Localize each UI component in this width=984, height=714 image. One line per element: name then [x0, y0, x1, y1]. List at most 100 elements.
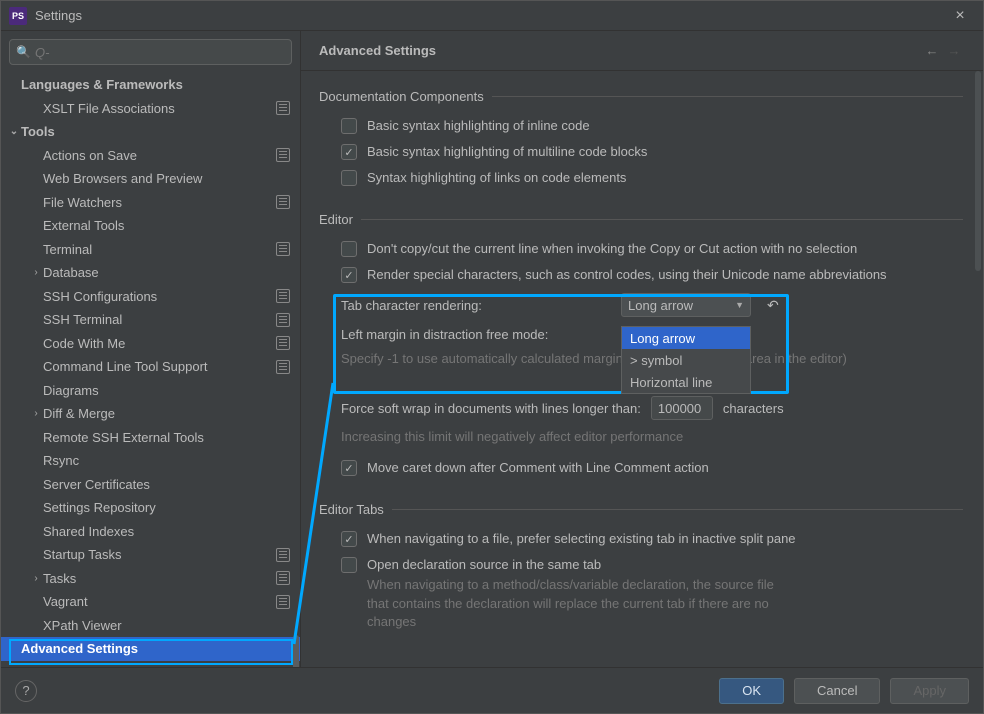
- project-icon: [276, 242, 290, 256]
- soft-wrap-input[interactable]: [651, 396, 713, 420]
- nav-back-icon[interactable]: ←: [921, 43, 943, 58]
- tree-item-advanced-settings[interactable]: Advanced Settings: [1, 637, 300, 661]
- tree-item[interactable]: Settings Repository: [1, 496, 300, 520]
- chevron-right-icon: ›: [29, 408, 43, 419]
- checkbox-row[interactable]: Render special characters, such as contr…: [319, 263, 963, 289]
- checkbox[interactable]: [341, 531, 357, 547]
- settings-window: PS Settings × 🔍 Languages & Frameworks X…: [0, 0, 984, 714]
- project-icon: [276, 195, 290, 209]
- project-icon: [276, 336, 290, 350]
- page-title: Advanced Settings: [319, 43, 921, 58]
- tree-item[interactable]: Command Line Tool Support: [1, 355, 300, 379]
- tree-item[interactable]: SSH Configurations: [1, 285, 300, 309]
- checkbox-row[interactable]: When navigating to a file, prefer select…: [319, 527, 963, 553]
- apply-button[interactable]: Apply: [890, 678, 969, 704]
- setting-label: Force soft wrap in documents with lines …: [341, 401, 641, 416]
- chevron-right-icon: ›: [29, 573, 43, 584]
- tree-item[interactable]: Actions on Save: [1, 144, 300, 168]
- tree-item[interactable]: Server Certificates: [1, 473, 300, 497]
- window-title: Settings: [35, 8, 945, 23]
- tree-item-database[interactable]: ›Database: [1, 261, 300, 285]
- tree-item[interactable]: Code With Me: [1, 332, 300, 356]
- title-bar: PS Settings ×: [1, 1, 983, 31]
- group-editor-tabs: Editor Tabs When navigating to a file, p…: [319, 502, 963, 637]
- ok-button[interactable]: OK: [719, 678, 784, 704]
- tree-item[interactable]: SSH Terminal: [1, 308, 300, 332]
- checkbox-row[interactable]: Basic syntax highlighting of multiline c…: [319, 140, 963, 166]
- tab-rendering-select[interactable]: Long arrow ▼: [621, 293, 751, 317]
- checkbox[interactable]: [341, 118, 357, 134]
- settings-content[interactable]: Documentation Components Basic syntax hi…: [301, 71, 983, 667]
- chevron-down-icon: ▼: [735, 300, 744, 310]
- nav-forward-icon[interactable]: →: [943, 43, 965, 58]
- dropdown-option[interactable]: Horizontal line: [622, 371, 750, 393]
- tree-item-diff[interactable]: ›Diff & Merge: [1, 402, 300, 426]
- tree-item[interactable]: Startup Tasks: [1, 543, 300, 567]
- tree-item[interactable]: Remote SSH External Tools: [1, 426, 300, 450]
- setting-label: Left margin in distraction free mode:: [341, 327, 548, 342]
- settings-tree[interactable]: Languages & Frameworks XSLT File Associa…: [1, 73, 300, 667]
- setting-hint: Increasing this limit will negatively af…: [319, 426, 963, 456]
- tree-item[interactable]: Diagrams: [1, 379, 300, 403]
- group-label: Editor: [319, 212, 963, 227]
- checkbox[interactable]: [341, 144, 357, 160]
- project-icon: [276, 595, 290, 609]
- tree-item[interactable]: Shared Indexes: [1, 520, 300, 544]
- setting-soft-wrap: Force soft wrap in documents with lines …: [319, 392, 963, 426]
- settings-sidebar: 🔍 Languages & Frameworks XSLT File Assoc…: [1, 31, 301, 667]
- project-icon: [276, 101, 290, 115]
- setting-hint: When navigating to a method/class/variab…: [367, 576, 787, 631]
- window-body: 🔍 Languages & Frameworks XSLT File Assoc…: [1, 31, 983, 667]
- tree-item[interactable]: Rsync: [1, 449, 300, 473]
- project-icon: [276, 148, 290, 162]
- project-icon: [276, 571, 290, 585]
- checkbox-row[interactable]: Move caret down after Comment with Line …: [319, 456, 963, 482]
- project-icon: [276, 360, 290, 374]
- tree-item[interactable]: Vagrant: [1, 590, 300, 614]
- setting-tab-rendering: Tab character rendering: Long arrow ▼ ↶: [319, 289, 963, 323]
- tree-item[interactable]: File Watchers: [1, 191, 300, 215]
- chevron-right-icon: ›: [29, 267, 43, 278]
- checkbox-row[interactable]: Syntax highlighting of links on code ele…: [319, 166, 963, 192]
- tree-item-tools[interactable]: ⌄ Tools: [1, 120, 300, 144]
- search-input[interactable]: [35, 45, 285, 60]
- tree-item[interactable]: Web Browsers and Preview: [1, 167, 300, 191]
- checkbox-row[interactable]: Basic syntax highlighting of inline code: [319, 114, 963, 140]
- tree-item[interactable]: External Tools: [1, 214, 300, 238]
- project-icon: [276, 289, 290, 303]
- settings-main: Advanced Settings ← → Documentation Comp…: [301, 31, 983, 667]
- search-icon: 🔍: [16, 45, 31, 59]
- group-label: Editor Tabs: [319, 502, 963, 517]
- checkbox[interactable]: [341, 460, 357, 476]
- app-icon: PS: [9, 7, 27, 25]
- close-icon[interactable]: ×: [945, 7, 975, 25]
- dropdown-option[interactable]: > symbol: [622, 349, 750, 371]
- search-field[interactable]: 🔍: [9, 39, 292, 65]
- content-scrollbar[interactable]: [975, 71, 981, 271]
- tree-item-xslt[interactable]: XSLT File Associations: [1, 97, 300, 121]
- main-header: Advanced Settings ← →: [301, 31, 983, 71]
- checkbox[interactable]: [341, 170, 357, 186]
- help-icon[interactable]: ?: [15, 680, 37, 702]
- checkbox[interactable]: [341, 241, 357, 257]
- cancel-button[interactable]: Cancel: [794, 678, 880, 704]
- tree-scrollbar[interactable]: [293, 635, 299, 667]
- checkbox-row[interactable]: Open declaration source in the same tab …: [319, 553, 963, 637]
- checkbox-row[interactable]: Don't copy/cut the current line when inv…: [319, 237, 963, 263]
- setting-label: Tab character rendering:: [341, 298, 611, 313]
- dialog-footer: ? OK Cancel Apply: [1, 667, 983, 713]
- checkbox[interactable]: [341, 267, 357, 283]
- reset-icon[interactable]: ↶: [767, 297, 779, 314]
- checkbox[interactable]: [341, 557, 357, 573]
- project-icon: [276, 313, 290, 327]
- dropdown-option[interactable]: Long arrow: [622, 327, 750, 349]
- tree-heading-languages[interactable]: Languages & Frameworks: [1, 73, 300, 97]
- group-label: Documentation Components: [319, 89, 963, 104]
- tree-item[interactable]: XPath Viewer: [1, 614, 300, 638]
- chevron-down-icon: ⌄: [7, 126, 21, 137]
- tree-item-tasks[interactable]: ›Tasks: [1, 567, 300, 591]
- group-documentation: Documentation Components Basic syntax hi…: [319, 89, 963, 192]
- tree-item[interactable]: Terminal: [1, 238, 300, 262]
- project-icon: [276, 548, 290, 562]
- tab-rendering-dropdown[interactable]: Long arrow > symbol Horizontal line: [621, 326, 751, 394]
